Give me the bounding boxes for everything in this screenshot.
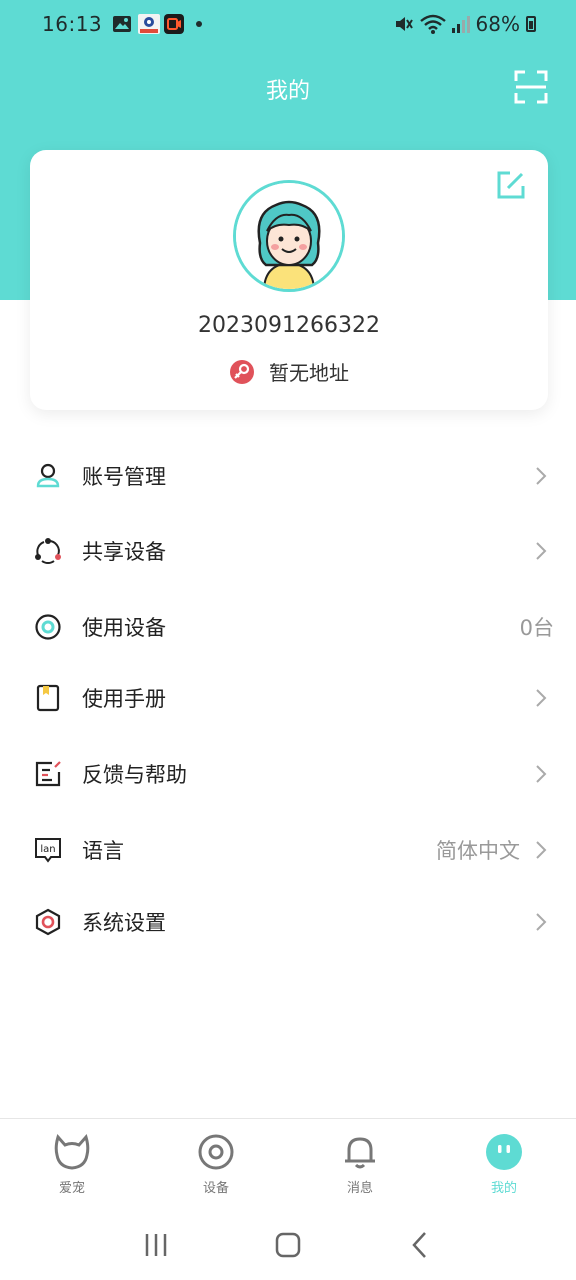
- avatar[interactable]: [233, 180, 345, 292]
- more-notifications-dot: [196, 21, 203, 27]
- nav-tab-devices[interactable]: 设备: [144, 1119, 288, 1204]
- nav-label: 我的: [490, 1181, 517, 1196]
- nav-tab-pets[interactable]: 爱宠: [0, 1119, 144, 1204]
- recent-apps-icon[interactable]: [141, 1230, 171, 1260]
- me-icon: [486, 1134, 522, 1170]
- menu-label: 账号管理: [82, 465, 166, 489]
- notification-icons: [112, 14, 203, 34]
- device-count: 0台: [519, 616, 554, 640]
- menu-label: 语言: [82, 839, 124, 863]
- nav-label: 消息: [346, 1181, 373, 1196]
- profile-card: 2023091266322 暂无地址: [30, 150, 548, 410]
- battery-icon: [526, 16, 536, 32]
- current-language: 简体中文: [436, 839, 520, 863]
- chevron-right-icon: [536, 913, 547, 931]
- account-icon: [36, 463, 60, 488]
- svg-text:lan: lan: [40, 844, 55, 855]
- menu-label: 使用设备: [82, 616, 166, 640]
- address-text: 暂无地址: [269, 361, 349, 385]
- chevron-right-icon: [536, 841, 547, 859]
- signal-icon: [451, 16, 470, 33]
- chevron-right-icon: [536, 689, 547, 707]
- manual-book-icon: [36, 684, 60, 712]
- address-row[interactable]: 暂无地址: [30, 357, 548, 386]
- chevron-right-icon: [536, 765, 547, 783]
- menu-item-share-device[interactable]: 共享设备: [0, 513, 576, 589]
- bottom-nav: 爱宠 设备 消息 我的: [0, 1118, 576, 1204]
- bell-icon: [345, 1137, 375, 1169]
- menu-item-system-settings[interactable]: 系统设置: [0, 884, 576, 960]
- language-icon: lan: [35, 838, 61, 863]
- gallery-notification-icon: [112, 14, 132, 34]
- nav-label: 爱宠: [58, 1181, 85, 1196]
- system-navigation-bar: [0, 1210, 576, 1280]
- menu-label: 反馈与帮助: [82, 763, 187, 787]
- nav-tab-me[interactable]: 我的: [432, 1119, 576, 1204]
- mute-icon: [395, 17, 413, 31]
- menu-item-account[interactable]: 账号管理: [0, 438, 576, 514]
- battery-percent: 68%: [475, 12, 520, 36]
- share-icon: [35, 538, 61, 564]
- menu-item-use-device[interactable]: 使用设备 0台: [0, 589, 576, 665]
- status-right: 68%: [394, 12, 536, 36]
- edit-profile-icon[interactable]: [496, 170, 526, 200]
- menu-label: 使用手册: [82, 687, 166, 711]
- settings-hexagon-icon: [35, 908, 61, 936]
- user-id: 2023091266322: [198, 313, 380, 338]
- status-bar: 16:13 68%: [0, 0, 576, 48]
- device-target-icon: [35, 614, 61, 640]
- location-pin-icon: [230, 359, 254, 384]
- menu-item-language[interactable]: lan 语言 简体中文: [0, 812, 576, 888]
- status-time: 16:13: [42, 12, 103, 36]
- app-notification-icon: [138, 14, 161, 34]
- menu-item-manual[interactable]: 使用手册: [0, 660, 576, 736]
- chevron-right-icon: [536, 542, 547, 560]
- nav-label: 设备: [202, 1181, 229, 1196]
- page-title: 我的: [265, 79, 310, 104]
- device-icon: [198, 1134, 234, 1170]
- scan-icon[interactable]: [514, 70, 548, 104]
- menu-item-feedback[interactable]: 反馈与帮助: [0, 736, 576, 812]
- back-icon[interactable]: [405, 1230, 435, 1260]
- menu-label: 共享设备: [82, 540, 166, 564]
- avatar-illustration-icon: [236, 183, 342, 289]
- wifi-icon: [419, 14, 446, 34]
- home-icon[interactable]: [273, 1230, 303, 1260]
- pet-icon: [54, 1133, 90, 1170]
- nav-tab-messages[interactable]: 消息: [288, 1119, 432, 1204]
- menu-label: 系统设置: [82, 911, 166, 935]
- video-notification-icon: [164, 14, 185, 34]
- title-bar: 我的: [0, 64, 576, 114]
- feedback-icon: [35, 761, 61, 787]
- chevron-right-icon: [536, 467, 547, 485]
